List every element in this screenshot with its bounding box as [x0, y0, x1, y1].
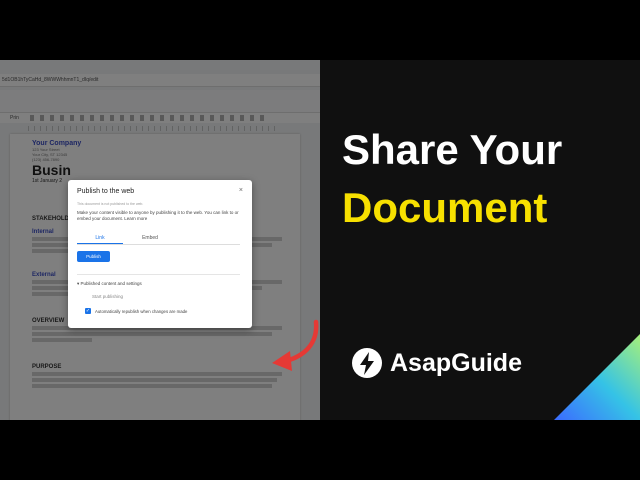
corner-gradient — [554, 334, 640, 420]
tab-link[interactable]: Link — [77, 235, 123, 244]
publish-dialog: Publish to the web × This document is no… — [68, 180, 252, 328]
publish-button[interactable]: Publish — [77, 251, 110, 262]
publish-tabs: Link Embed — [77, 234, 240, 245]
divider — [77, 274, 240, 275]
video-frame: 5d1OB1hTyCaHd_8WWWhhmnT1_dIq/edit Prin Y… — [0, 60, 640, 420]
start-publishing-option[interactable]: Start publishing — [92, 294, 123, 299]
publish-status: This document is not published to the we… — [77, 202, 144, 206]
published-controls-toggle[interactable]: ▾ Published content and settings — [77, 281, 142, 287]
dialog-title: Publish to the web — [77, 188, 135, 195]
auto-republish-label: Automatically republish when changes are… — [95, 309, 188, 314]
tab-embed[interactable]: Embed — [127, 235, 173, 241]
headline-line1: Share Your — [342, 126, 563, 173]
headline-line2: Document — [342, 184, 548, 231]
brand-name: AsapGuide — [390, 349, 522, 377]
check-icon: ✓ — [85, 308, 91, 314]
close-icon[interactable]: × — [239, 187, 243, 194]
dialog-description: Make your content visible to anyone by p… — [77, 210, 239, 221]
auto-republish-checkbox[interactable]: ✓ — [85, 308, 91, 314]
pointer-arrow-icon — [272, 319, 319, 371]
lightning-logo-icon — [352, 348, 382, 378]
title-panel: Share Your Document AsapGuide — [320, 60, 640, 420]
docs-screenshot: 5d1OB1hTyCaHd_8WWWhhmnT1_dIq/edit Prin Y… — [0, 60, 320, 420]
